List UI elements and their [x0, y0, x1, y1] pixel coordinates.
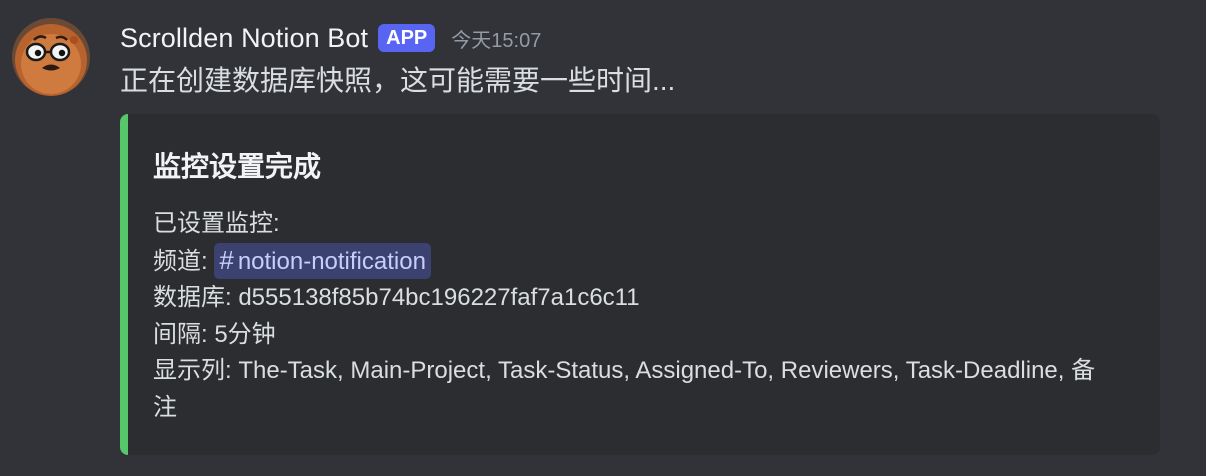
channel-name: notion-notification — [237, 247, 426, 275]
embed-title: 监控设置完成 — [153, 151, 322, 182]
author-name[interactable]: Scrollden Notion Bot — [120, 23, 368, 54]
bot-avatar[interactable] — [12, 18, 90, 96]
embed-intro: 已设置监控: — [153, 210, 280, 237]
embed-interval-line: 间隔: 5分钟 — [153, 320, 276, 348]
embed-columns-line: 显示列: The-Task, Main-Project, Task-Status… — [153, 357, 1096, 421]
cartoon-character-avatar-icon — [12, 18, 90, 96]
channel-label: 频道: — [153, 247, 215, 275]
app-badge: APP — [378, 24, 436, 52]
embed-description: 已设置监控: 频道: # notion-notification 数据库: d55… — [153, 206, 1113, 426]
embed-database-line: 数据库: d555138f85b74bc196227faf7a1c6c11 — [153, 284, 640, 311]
embed-channel-line: 频道: # notion-notification — [153, 242, 1113, 281]
embed-card: 监控设置完成 已设置监控: 频道: # notion-notification 数… — [120, 114, 1160, 455]
channel-hash-icon: # — [219, 244, 234, 275]
bot-message: Scrollden Notion Bot APP 今天15:07 正在创建数据库… — [0, 0, 1206, 476]
message-content: 正在创建数据库快照，这可能需要一些时间... — [120, 65, 676, 96]
message-timestamp[interactable]: 今天15:07 — [451, 24, 541, 53]
embed-accent-bar — [120, 114, 128, 455]
channel-mention[interactable]: # notion-notification — [214, 242, 431, 279]
message-header: Scrollden Notion Bot APP 今天15:07 — [120, 20, 541, 56]
